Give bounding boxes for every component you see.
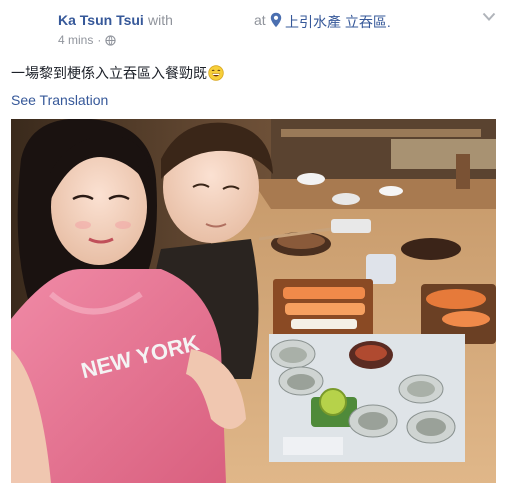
map-pin-icon — [270, 12, 282, 28]
location-link[interactable]: 上引水產 立吞區. — [285, 12, 391, 32]
status-text: 一場黎到梗係入立吞區入餐勁既 — [11, 65, 207, 81]
author-name-link[interactable]: Ka Tsun Tsui — [58, 12, 144, 28]
post-header: Ka Tsun Tsui with at 上引水產 立吞區. 4 mins · — [0, 0, 506, 52]
selfie-photo: NEW YORK — [11, 119, 496, 483]
globe-icon[interactable] — [105, 34, 117, 46]
with-label: with — [148, 12, 173, 28]
timestamp-link[interactable]: 4 mins — [58, 33, 93, 47]
chevron-down-icon[interactable] — [482, 12, 496, 22]
meta-separator: · — [97, 33, 102, 47]
post-meta: 4 mins · — [58, 33, 117, 47]
post-status-text: 一場黎到梗係入立吞區入餐勁既 — [11, 63, 224, 83]
see-translation-link[interactable]: See Translation — [11, 92, 108, 108]
post-photo[interactable]: NEW YORK — [11, 119, 496, 483]
at-label: at — [254, 12, 266, 28]
grinning-emoji-icon — [208, 65, 224, 81]
